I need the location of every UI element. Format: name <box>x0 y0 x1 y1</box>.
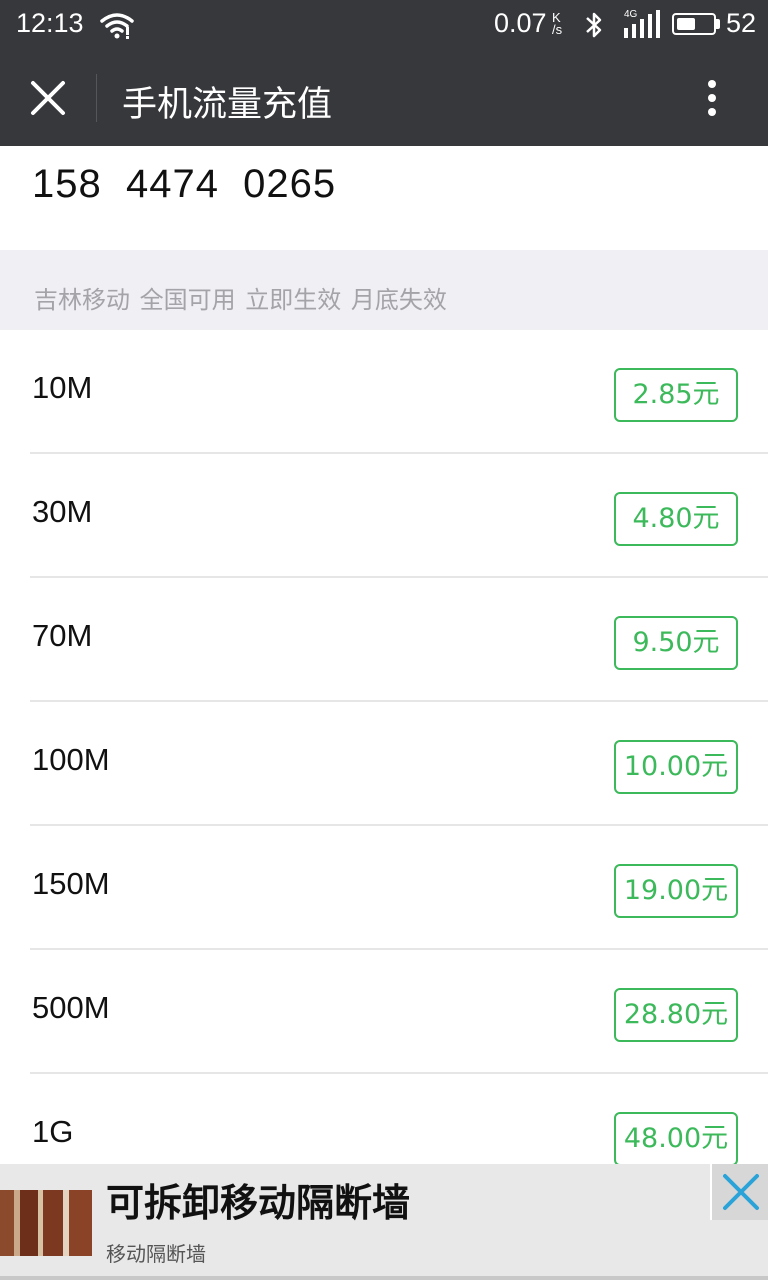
price-button[interactable]: 28.80元 <box>614 988 738 1042</box>
ad-banner[interactable]: 可拆卸移动隔断墙 移动隔断墙 <box>0 1164 768 1276</box>
battery-fill <box>677 18 695 30</box>
net-speed-unit: K/s <box>552 10 563 37</box>
battery-tip <box>716 19 720 29</box>
price-button[interactable]: 48.00元 <box>614 1112 738 1166</box>
price-button[interactable]: 9.50元 <box>614 616 738 670</box>
price-button[interactable]: 4.80元 <box>614 492 738 546</box>
close-icon[interactable] <box>24 74 72 122</box>
price-button[interactable]: 2.85元 <box>614 368 738 422</box>
carrier-info: 吉林移动 全国可用 立即生效 月底失效 <box>34 286 447 314</box>
package-size: 1G <box>32 1114 74 1149</box>
package-size: 150M <box>32 866 110 901</box>
battery-percent: 52 <box>726 8 757 38</box>
page-title: 手机流量充值 <box>122 85 333 125</box>
title-divider <box>96 74 97 122</box>
net-speed: 0.07 <box>494 8 547 38</box>
list-item[interactable]: 30M 4.80元 <box>0 454 768 578</box>
package-size: 30M <box>32 494 93 529</box>
status-bar: 12:13 0.07 K/s 4G 52 <box>0 0 768 50</box>
close-icon <box>723 1174 759 1210</box>
list-item[interactable]: 70M 9.50元 <box>0 578 768 702</box>
package-size: 100M <box>32 742 110 777</box>
signal-icon <box>624 10 660 38</box>
list-item[interactable]: 100M 10.00元 <box>0 702 768 826</box>
ad-close-button[interactable] <box>710 1164 768 1220</box>
list-item[interactable]: 10M 2.85元 <box>0 330 768 454</box>
phone-number[interactable]: 158 4474 0265 <box>32 162 336 207</box>
ad-image <box>0 1190 92 1256</box>
package-size: 10M <box>32 370 93 405</box>
title-bar: 手机流量充值 <box>0 50 768 146</box>
ad-title: 可拆卸移动隔断墙 <box>106 1181 411 1225</box>
bluetooth-icon <box>586 12 602 38</box>
ad-bottom-edge <box>0 1276 768 1280</box>
battery-icon <box>672 13 716 35</box>
list-item[interactable]: 150M 19.00元 <box>0 826 768 950</box>
wifi-icon <box>100 13 134 39</box>
package-size: 500M <box>32 990 110 1025</box>
price-button[interactable]: 19.00元 <box>614 864 738 918</box>
more-vertical-icon[interactable] <box>692 74 732 122</box>
carrier-info-band: 吉林移动 全国可用 立即生效 月底失效 <box>0 250 768 330</box>
ad-subtitle: 移动隔断墙 <box>106 1242 206 1266</box>
list-item[interactable]: 500M 28.80元 <box>0 950 768 1074</box>
price-button[interactable]: 10.00元 <box>614 740 738 794</box>
status-time: 12:13 <box>16 8 84 38</box>
package-size: 70M <box>32 618 93 653</box>
package-list: 10M 2.85元 30M 4.80元 70M 9.50元 100M 10.00… <box>0 330 768 1198</box>
